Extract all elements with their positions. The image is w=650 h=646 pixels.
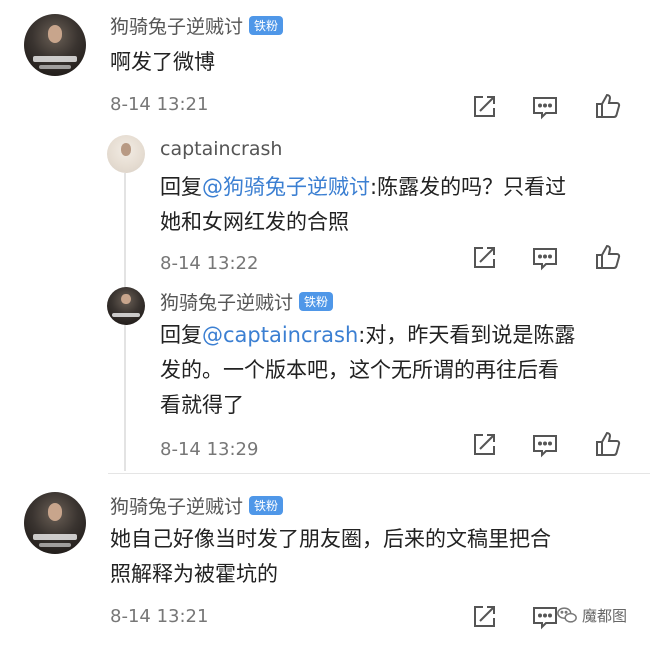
wechat-icon [556,604,578,626]
like-icon[interactable] [594,243,622,271]
reply-username[interactable]: captaincrash [160,138,282,160]
avatar-face [120,143,132,156]
comment-timestamp: 8-14 13:21 [110,94,209,115]
reply-timestamp: 8-14 13:29 [160,439,259,460]
reply-prefix: 回复 [160,175,202,199]
reply-timestamp: 8-14 13:22 [160,253,259,274]
avatar[interactable] [24,14,86,76]
comment-icon[interactable] [531,603,559,631]
comment-text-line: 照解释为被霍坑的 [110,562,278,586]
like-icon[interactable] [594,92,622,120]
avatar-caption [38,542,72,547]
comment-timestamp: 8-14 13:21 [110,606,209,627]
avatar-caption [38,64,72,69]
avatar-face [47,503,63,521]
comment-username[interactable]: 狗骑兔子逆贼讨 铁粉 [110,492,284,519]
share-icon[interactable] [470,603,498,631]
comment-divider [108,473,650,474]
reply-username[interactable]: 狗骑兔子逆贼讨 铁粉 [160,288,334,315]
avatar-face [47,25,63,43]
comment-username[interactable]: 狗骑兔子逆贼讨 铁粉 [110,12,284,39]
avatar[interactable] [24,492,86,554]
reply-text-line: 看就得了 [160,393,244,417]
avatar-face [121,293,131,305]
fan-badge: 铁粉 [249,496,284,515]
like-icon[interactable] [594,430,622,458]
reply-text: 回复@captaincrash:对，昨天看到说是陈露 发的。一个版本吧，这个无所… [160,318,575,423]
share-icon[interactable] [470,244,498,272]
avatar[interactable] [107,287,145,325]
watermark-text: 魔都图 [582,606,628,625]
mention-link[interactable]: @狗骑兔子逆贼讨 [202,175,370,199]
comment-text: 啊发了微博 [110,50,215,74]
share-icon[interactable] [470,93,498,121]
reply-prefix: 回复 [160,323,202,347]
avatar[interactable] [107,135,145,173]
reply-text-line: 发的。一个版本吧，这个无所谓的再往后看 [160,358,559,382]
avatar-caption [32,56,78,63]
reply-text-rest: :陈露发的吗？只看过 [370,175,567,199]
share-icon[interactable] [470,431,498,459]
reply-text: 回复@狗骑兔子逆贼讨:陈露发的吗？只看过 她和女网红发的合照 [160,170,566,240]
comment-text: 她自己好像当时发了朋友圈，后来的文稿里把合 照解释为被霍坑的 [110,522,551,592]
avatar-caption [32,534,78,541]
fan-badge: 铁粉 [249,16,284,35]
username-text[interactable]: 狗骑兔子逆贼讨 [110,16,243,38]
reply-text-line: 她和女网红发的合照 [160,210,349,234]
comment-text-line: 她自己好像当时发了朋友圈，后来的文稿里把合 [110,527,551,551]
reply-text-rest: :对，昨天看到说是陈露 [358,323,576,347]
comment-icon[interactable] [531,431,559,459]
watermark: 魔都图 [556,604,627,626]
fan-badge: 铁粉 [299,292,334,311]
username-text[interactable]: 狗骑兔子逆贼讨 [110,496,243,518]
comment-icon[interactable] [531,93,559,121]
mention-link[interactable]: @captaincrash [202,323,358,347]
avatar-caption [112,312,140,317]
comment-icon[interactable] [531,244,559,272]
username-text[interactable]: 狗骑兔子逆贼讨 [160,292,293,314]
